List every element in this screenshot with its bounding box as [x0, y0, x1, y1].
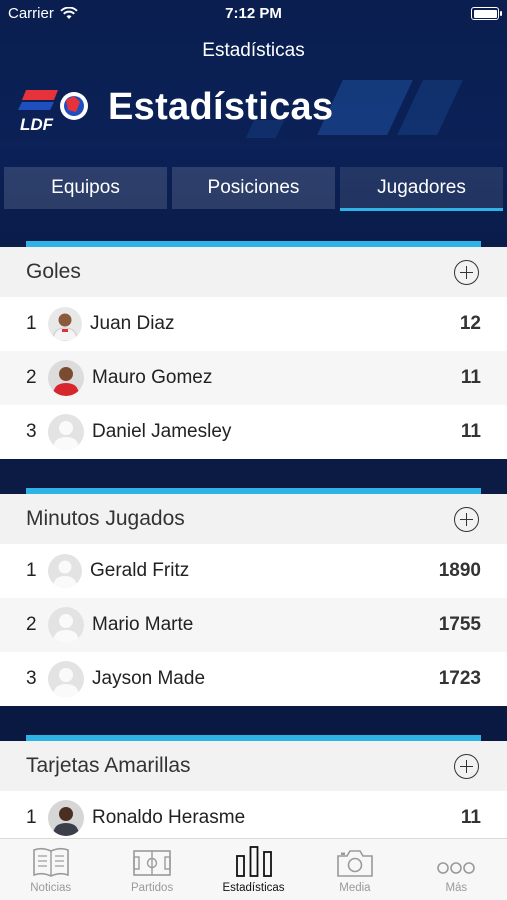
- player-name: Daniel Jamesley: [92, 421, 232, 442]
- rank: 1: [26, 807, 37, 828]
- player-name: Juan Diaz: [90, 313, 175, 334]
- logo-text: LDF: [20, 115, 54, 132]
- tab-label: Noticias: [30, 882, 72, 894]
- player-name: Ronaldo Herasme: [92, 807, 246, 828]
- player-row[interactable]: 1 Juan Diaz 12: [0, 297, 507, 351]
- segment-equipos[interactable]: Equipos: [4, 167, 167, 209]
- nav-title: Estadísticas: [202, 40, 305, 61]
- stat-value: 1755: [438, 614, 481, 635]
- page-title: Estadísticas: [108, 86, 334, 128]
- stats-card-tarjetas: Tarjetas Amarillas 1 Ronaldo Herasme 11: [0, 735, 507, 845]
- newspaper-icon: [32, 847, 69, 877]
- segment-jugadores[interactable]: Jugadores: [340, 167, 503, 211]
- player-name: Mauro Gomez: [92, 367, 213, 388]
- tab-label: Estadísticas: [222, 882, 285, 894]
- stat-value: 11: [460, 807, 481, 828]
- stats-card-minutos: Minutos Jugados 1 Gerald Fritz 1890 2 Ma…: [0, 488, 507, 706]
- section-title: Goles: [26, 260, 81, 283]
- rank: 3: [26, 668, 37, 689]
- segment-posiciones[interactable]: Posiciones: [172, 167, 335, 209]
- tab-partidos[interactable]: Partidos: [101, 839, 202, 900]
- player-avatar: [48, 800, 84, 836]
- tab-label: Partidos: [131, 882, 174, 894]
- player-name: Gerald Fritz: [90, 560, 190, 581]
- camera-icon: [337, 850, 373, 877]
- tab-bar: Noticias Partidos Estadísticas Media Más: [0, 838, 507, 900]
- stat-value: 12: [459, 313, 481, 334]
- avatar-placeholder-icon: [48, 414, 84, 450]
- rank: 2: [26, 614, 37, 635]
- avatar-placeholder-icon: [48, 661, 84, 697]
- stat-value: 1890: [438, 560, 481, 581]
- section-title: Minutos Jugados: [26, 507, 185, 530]
- player-name: Mario Marte: [92, 614, 194, 635]
- clock: 7:12 PM: [225, 5, 282, 22]
- segmented-control: Equipos Posiciones Jugadores: [4, 167, 503, 211]
- card-header: Minutos Jugados: [0, 494, 507, 544]
- avatar-placeholder-icon: [48, 554, 82, 588]
- tab-label: Más: [445, 882, 468, 894]
- expand-plus-icon[interactable]: [454, 507, 479, 532]
- more-icon: [437, 862, 476, 874]
- field-icon: [133, 850, 171, 876]
- player-avatar: [48, 360, 84, 396]
- card-header: Tarjetas Amarillas: [0, 741, 507, 791]
- rank: 3: [26, 421, 37, 442]
- battery-icon: [471, 7, 502, 20]
- player-name: Jayson Made: [92, 668, 206, 689]
- card-header: Goles: [0, 247, 507, 297]
- player-row[interactable]: 2 Mauro Gomez 11: [0, 351, 507, 405]
- tab-mas[interactable]: Más: [406, 839, 507, 900]
- tab-label: Media: [339, 882, 371, 894]
- player-avatar: [48, 307, 82, 341]
- stat-value: 11: [460, 367, 481, 388]
- expand-plus-icon[interactable]: [454, 260, 479, 285]
- stat-value: 11: [460, 421, 481, 442]
- tab-estadisticas[interactable]: Estadísticas: [203, 839, 304, 900]
- ldf-logo: LDF: [18, 90, 88, 132]
- player-row[interactable]: 1 Gerald Fritz 1890: [0, 544, 507, 598]
- player-row[interactable]: 3 Jayson Made 1723: [0, 652, 507, 706]
- status-bar: Carrier 7:12 PM: [0, 0, 507, 28]
- bars-icon: [235, 846, 272, 877]
- stats-card-goles: Goles 1 Juan Diaz 12 2 Mauro Gomez 11 3 …: [0, 241, 507, 459]
- stat-value: 1723: [438, 668, 481, 689]
- avatar-placeholder-icon: [48, 607, 84, 643]
- expand-plus-icon[interactable]: [454, 754, 479, 779]
- tab-noticias[interactable]: Noticias: [0, 839, 101, 900]
- rank: 2: [26, 367, 37, 388]
- section-title: Tarjetas Amarillas: [26, 754, 191, 777]
- player-row[interactable]: 1 Ronaldo Herasme 11: [0, 791, 507, 845]
- player-row[interactable]: 2 Mario Marte 1755: [0, 598, 507, 652]
- rank: 1: [26, 560, 37, 581]
- rank: 1: [26, 313, 37, 334]
- tab-media[interactable]: Media: [304, 839, 405, 900]
- player-row[interactable]: 3 Daniel Jamesley 11: [0, 405, 507, 459]
